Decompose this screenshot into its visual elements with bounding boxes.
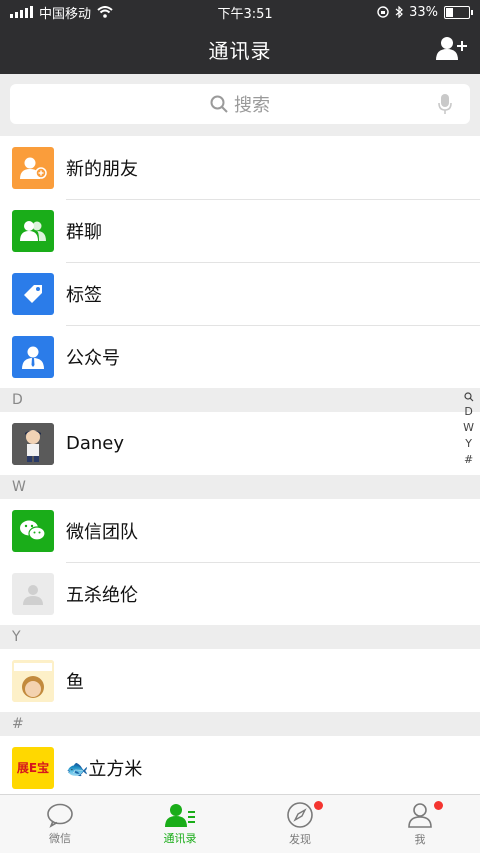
search-input[interactable]: 搜索 — [10, 84, 470, 124]
add-contact-button[interactable] — [434, 34, 468, 64]
contact-name: 🐟立方米 — [66, 758, 143, 780]
tab-label: 我 — [414, 833, 426, 846]
photo-avatar: 展E宝 — [12, 746, 54, 789]
tag-icon — [12, 272, 54, 315]
tab-chats[interactable]: 微信 — [0, 795, 120, 853]
tab-bar: 微信 通讯录 发现 我 — [0, 794, 480, 853]
function-list: 新的朋友 群聊 标签 公众号 — [0, 136, 480, 388]
official-account-icon — [12, 335, 54, 378]
status-time: 下午3:51 — [217, 6, 273, 22]
contact-row-lifangmi[interactable]: 展E宝 🐟立方米 — [0, 736, 480, 799]
status-bar: 中国移动 下午3:51 33% — [0, 0, 480, 24]
chat-bubble-icon — [47, 803, 73, 828]
index-letter[interactable]: D — [464, 405, 472, 418]
section-header-y: Y — [0, 625, 480, 649]
index-letter[interactable]: W — [463, 421, 474, 434]
wechat-team-avatar — [12, 509, 54, 552]
microphone-icon[interactable] — [438, 93, 452, 115]
contact-row-daney[interactable]: Daney — [0, 412, 480, 475]
signal-icon — [10, 6, 33, 18]
contact-row-yu[interactable]: 鱼 — [0, 649, 480, 712]
section-header-hash: # — [0, 712, 480, 736]
tags-row[interactable]: 标签 — [0, 262, 480, 325]
contact-name: Daney — [66, 433, 125, 454]
me-icon — [408, 803, 432, 828]
new-friends-label: 新的朋友 — [66, 158, 138, 180]
search-area: 搜索 — [0, 74, 480, 136]
alphabet-index[interactable]: D W Y # — [463, 392, 474, 466]
official-accounts-row[interactable]: 公众号 — [0, 325, 480, 388]
bluetooth-icon — [395, 6, 403, 18]
battery-percent: 33% — [409, 4, 438, 20]
group-chat-label: 群聊 — [66, 221, 102, 243]
tab-discover[interactable]: 发现 — [240, 795, 360, 853]
contact-name: 五杀绝伦 — [66, 584, 138, 606]
page-title: 通讯录 — [208, 38, 272, 63]
search-placeholder: 搜索 — [234, 95, 270, 116]
carrier-label: 中国移动 — [39, 6, 92, 22]
contact-name: 鱼 — [66, 671, 84, 693]
tab-contacts[interactable]: 通讯录 — [120, 795, 240, 853]
contact-row-wusha[interactable]: 五杀绝伦 — [0, 562, 480, 625]
tab-me[interactable]: 我 — [360, 795, 480, 853]
search-icon[interactable] — [463, 392, 474, 402]
index-letter[interactable]: # — [464, 453, 473, 466]
me-badge — [434, 801, 443, 810]
default-avatar — [12, 572, 54, 615]
top-bar: 中国移动 下午3:51 33% 通讯录 — [0, 0, 480, 74]
avatar-text: 展E宝 — [16, 761, 50, 775]
section-header-d: D — [0, 388, 480, 412]
nav-bar: 通讯录 — [0, 24, 480, 74]
new-friends-row[interactable]: 新的朋友 — [0, 136, 480, 199]
add-contact-icon — [436, 37, 467, 60]
section-header-w: W — [0, 475, 480, 499]
group-chat-icon — [12, 209, 54, 252]
contact-name: 微信团队 — [66, 521, 138, 543]
search-icon — [210, 95, 228, 113]
contact-row-wechat-team[interactable]: 微信团队 — [0, 499, 480, 562]
photo-avatar — [12, 659, 54, 702]
tab-label: 微信 — [49, 832, 71, 845]
index-letter[interactable]: Y — [465, 437, 472, 450]
discover-badge — [314, 801, 323, 810]
group-chat-row[interactable]: 群聊 — [0, 199, 480, 262]
photo-avatar — [12, 422, 54, 465]
orientation-lock-icon — [377, 6, 389, 18]
contacts-icon — [165, 804, 195, 827]
add-friend-icon — [12, 146, 54, 189]
compass-icon — [287, 802, 313, 828]
official-accounts-label: 公众号 — [66, 347, 120, 369]
tab-label: 通讯录 — [163, 832, 197, 845]
wifi-icon — [97, 6, 113, 18]
tags-label: 标签 — [66, 284, 102, 306]
tab-label: 发现 — [289, 833, 311, 846]
battery-icon — [444, 5, 473, 19]
